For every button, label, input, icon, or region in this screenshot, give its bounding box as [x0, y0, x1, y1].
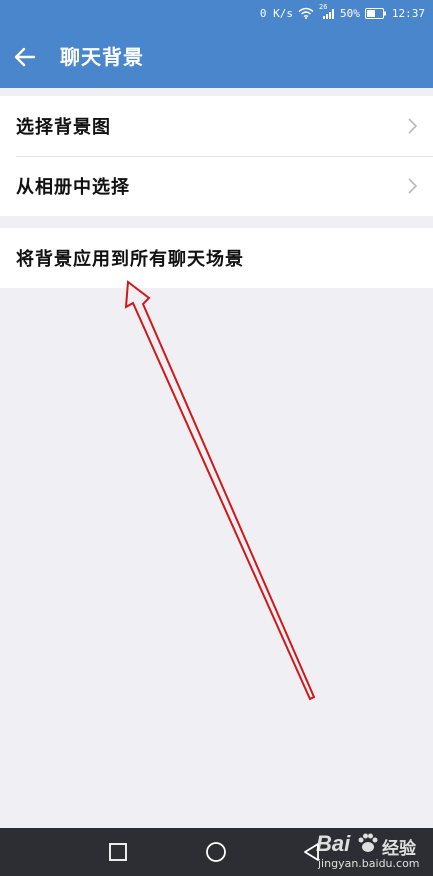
circle-icon [206, 842, 226, 862]
select-background-row[interactable]: 选择背景图 [0, 96, 433, 157]
background-source-group: 选择背景图 从相册中选择 [0, 96, 433, 216]
apply-to-all-chats-label: 将背景应用到所有聊天场景 [16, 249, 244, 270]
apply-background-group: 将背景应用到所有聊天场景 [0, 228, 433, 288]
back-button[interactable] [8, 40, 42, 74]
square-icon [109, 843, 127, 861]
paw-icon [356, 831, 380, 859]
arrow-left-icon [14, 47, 36, 67]
signal-icon [323, 9, 335, 19]
battery-percent: 50% [340, 6, 360, 20]
watermark-url: jingyan.baidu.com [318, 857, 420, 870]
choose-from-album-label: 从相册中选择 [16, 177, 130, 198]
baidu-watermark: Bai 经验 jingyan.baidu.com [316, 829, 428, 875]
network-speed: 0 K/s [259, 6, 293, 20]
app-bar: 聊天背景 [0, 26, 433, 88]
wifi-icon [298, 7, 314, 19]
apply-to-all-chats-row[interactable]: 将背景应用到所有聊天场景 [0, 228, 433, 288]
battery-icon [364, 7, 387, 19]
signal-group: 26 [319, 3, 335, 20]
status-indicators: 0 K/s 26 50% 12:37 [259, 3, 425, 20]
status-bar: 0 K/s 26 50% 12:37 [0, 0, 433, 26]
select-background-label: 选择背景图 [16, 117, 111, 138]
chevron-right-icon [408, 118, 418, 138]
recent-apps-button[interactable] [106, 840, 130, 864]
choose-from-album-row[interactable]: 从相册中选择 [0, 156, 433, 216]
chevron-right-icon [408, 178, 418, 198]
clock: 12:37 [391, 6, 425, 20]
page-title: 聊天背景 [60, 45, 144, 69]
watermark-sub: 经验 [382, 839, 416, 859]
home-button[interactable] [204, 840, 228, 864]
watermark-brand: Bai [316, 831, 351, 856]
